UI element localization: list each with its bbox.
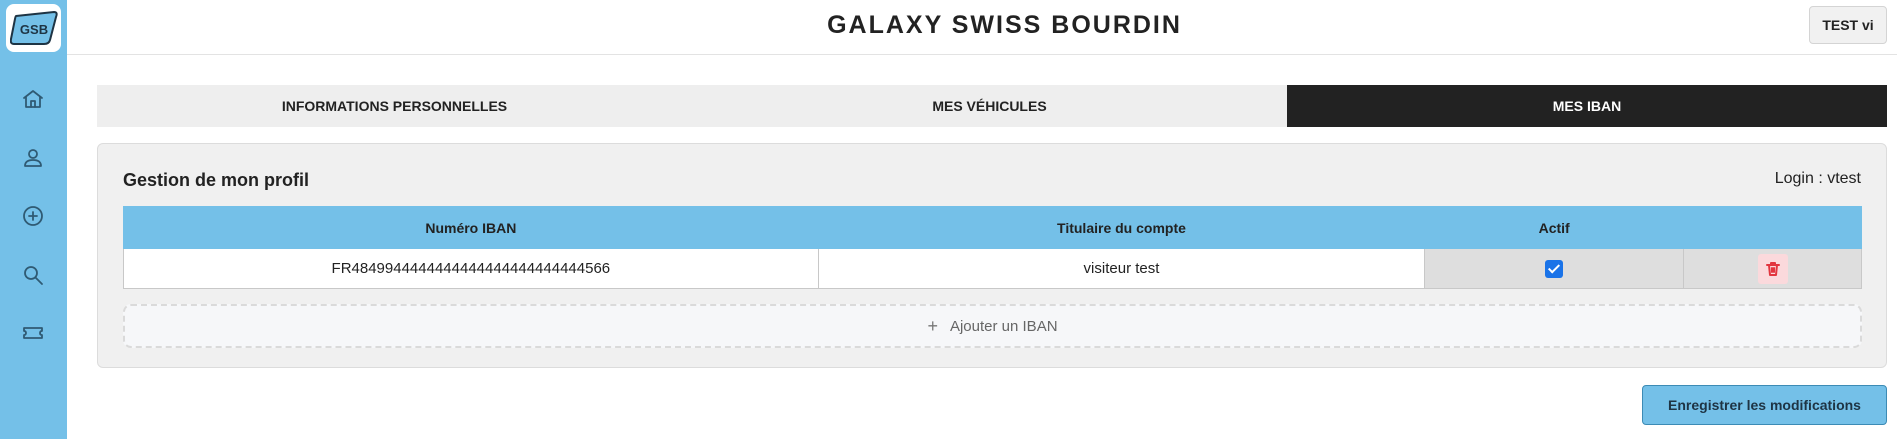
gsb-logo[interactable]: GSB — [6, 4, 61, 52]
iban-cell: FR4849944444444444444444444444566 — [123, 248, 819, 289]
login-label: Login : vtest — [1774, 170, 1861, 187]
table-header-row: Numéro IBAN Titulaire du compte Actif — [123, 206, 1862, 249]
logo-text: GSB — [19, 22, 47, 37]
table-row: FR4849944444444444444444444444566 visite… — [123, 248, 1862, 289]
profile-card: Gestion de mon profil Login : vtest Numé… — [97, 143, 1887, 368]
active-checkbox[interactable] — [1545, 259, 1564, 278]
actions-cell — [1683, 248, 1862, 289]
tab-mes-vehicules[interactable]: MES VÉHICULES — [692, 85, 1287, 127]
sidebar: GSB — [0, 0, 67, 439]
user-menu-button[interactable]: TEST vi — [1809, 6, 1887, 44]
tab-mes-iban[interactable]: MES IBAN — [1287, 85, 1887, 127]
plus-circle-icon[interactable] — [16, 199, 50, 233]
ticket-icon[interactable] — [16, 316, 50, 350]
save-button[interactable]: Enregistrer les modifications — [1642, 385, 1887, 425]
holder-cell: visiteur test — [817, 248, 1426, 289]
brand-title: GALAXY SWISS BOURDIN — [827, 11, 1182, 39]
column-header-holder: Titulaire du compte — [817, 206, 1426, 249]
tab-informations-personnelles[interactable]: INFORMATIONS PERSONNELLES — [97, 85, 692, 127]
active-cell — [1424, 248, 1685, 289]
top-header: GALAXY SWISS BOURDIN TEST vi — [67, 0, 1897, 55]
column-header-active: Actif — [1424, 206, 1685, 249]
iban-table: Numéro IBAN Titulaire du compte Actif FR… — [123, 206, 1862, 289]
plus-icon: + — [927, 315, 938, 336]
home-icon[interactable] — [16, 82, 50, 116]
logo-emblem: GSB — [9, 10, 58, 45]
column-header-iban: Numéro IBAN — [123, 206, 819, 249]
add-iban-button[interactable]: + Ajouter un IBAN — [123, 304, 1862, 348]
trash-icon — [1765, 261, 1780, 276]
search-icon[interactable] — [16, 258, 50, 292]
user-icon[interactable] — [16, 141, 50, 175]
delete-button[interactable] — [1757, 253, 1788, 284]
column-header-actions — [1683, 206, 1862, 249]
card-title: Gestion de mon profil — [123, 170, 310, 190]
add-iban-label: Ajouter un IBAN — [949, 317, 1058, 335]
profile-tabs: INFORMATIONS PERSONNELLES MES VÉHICULES … — [97, 85, 1887, 127]
